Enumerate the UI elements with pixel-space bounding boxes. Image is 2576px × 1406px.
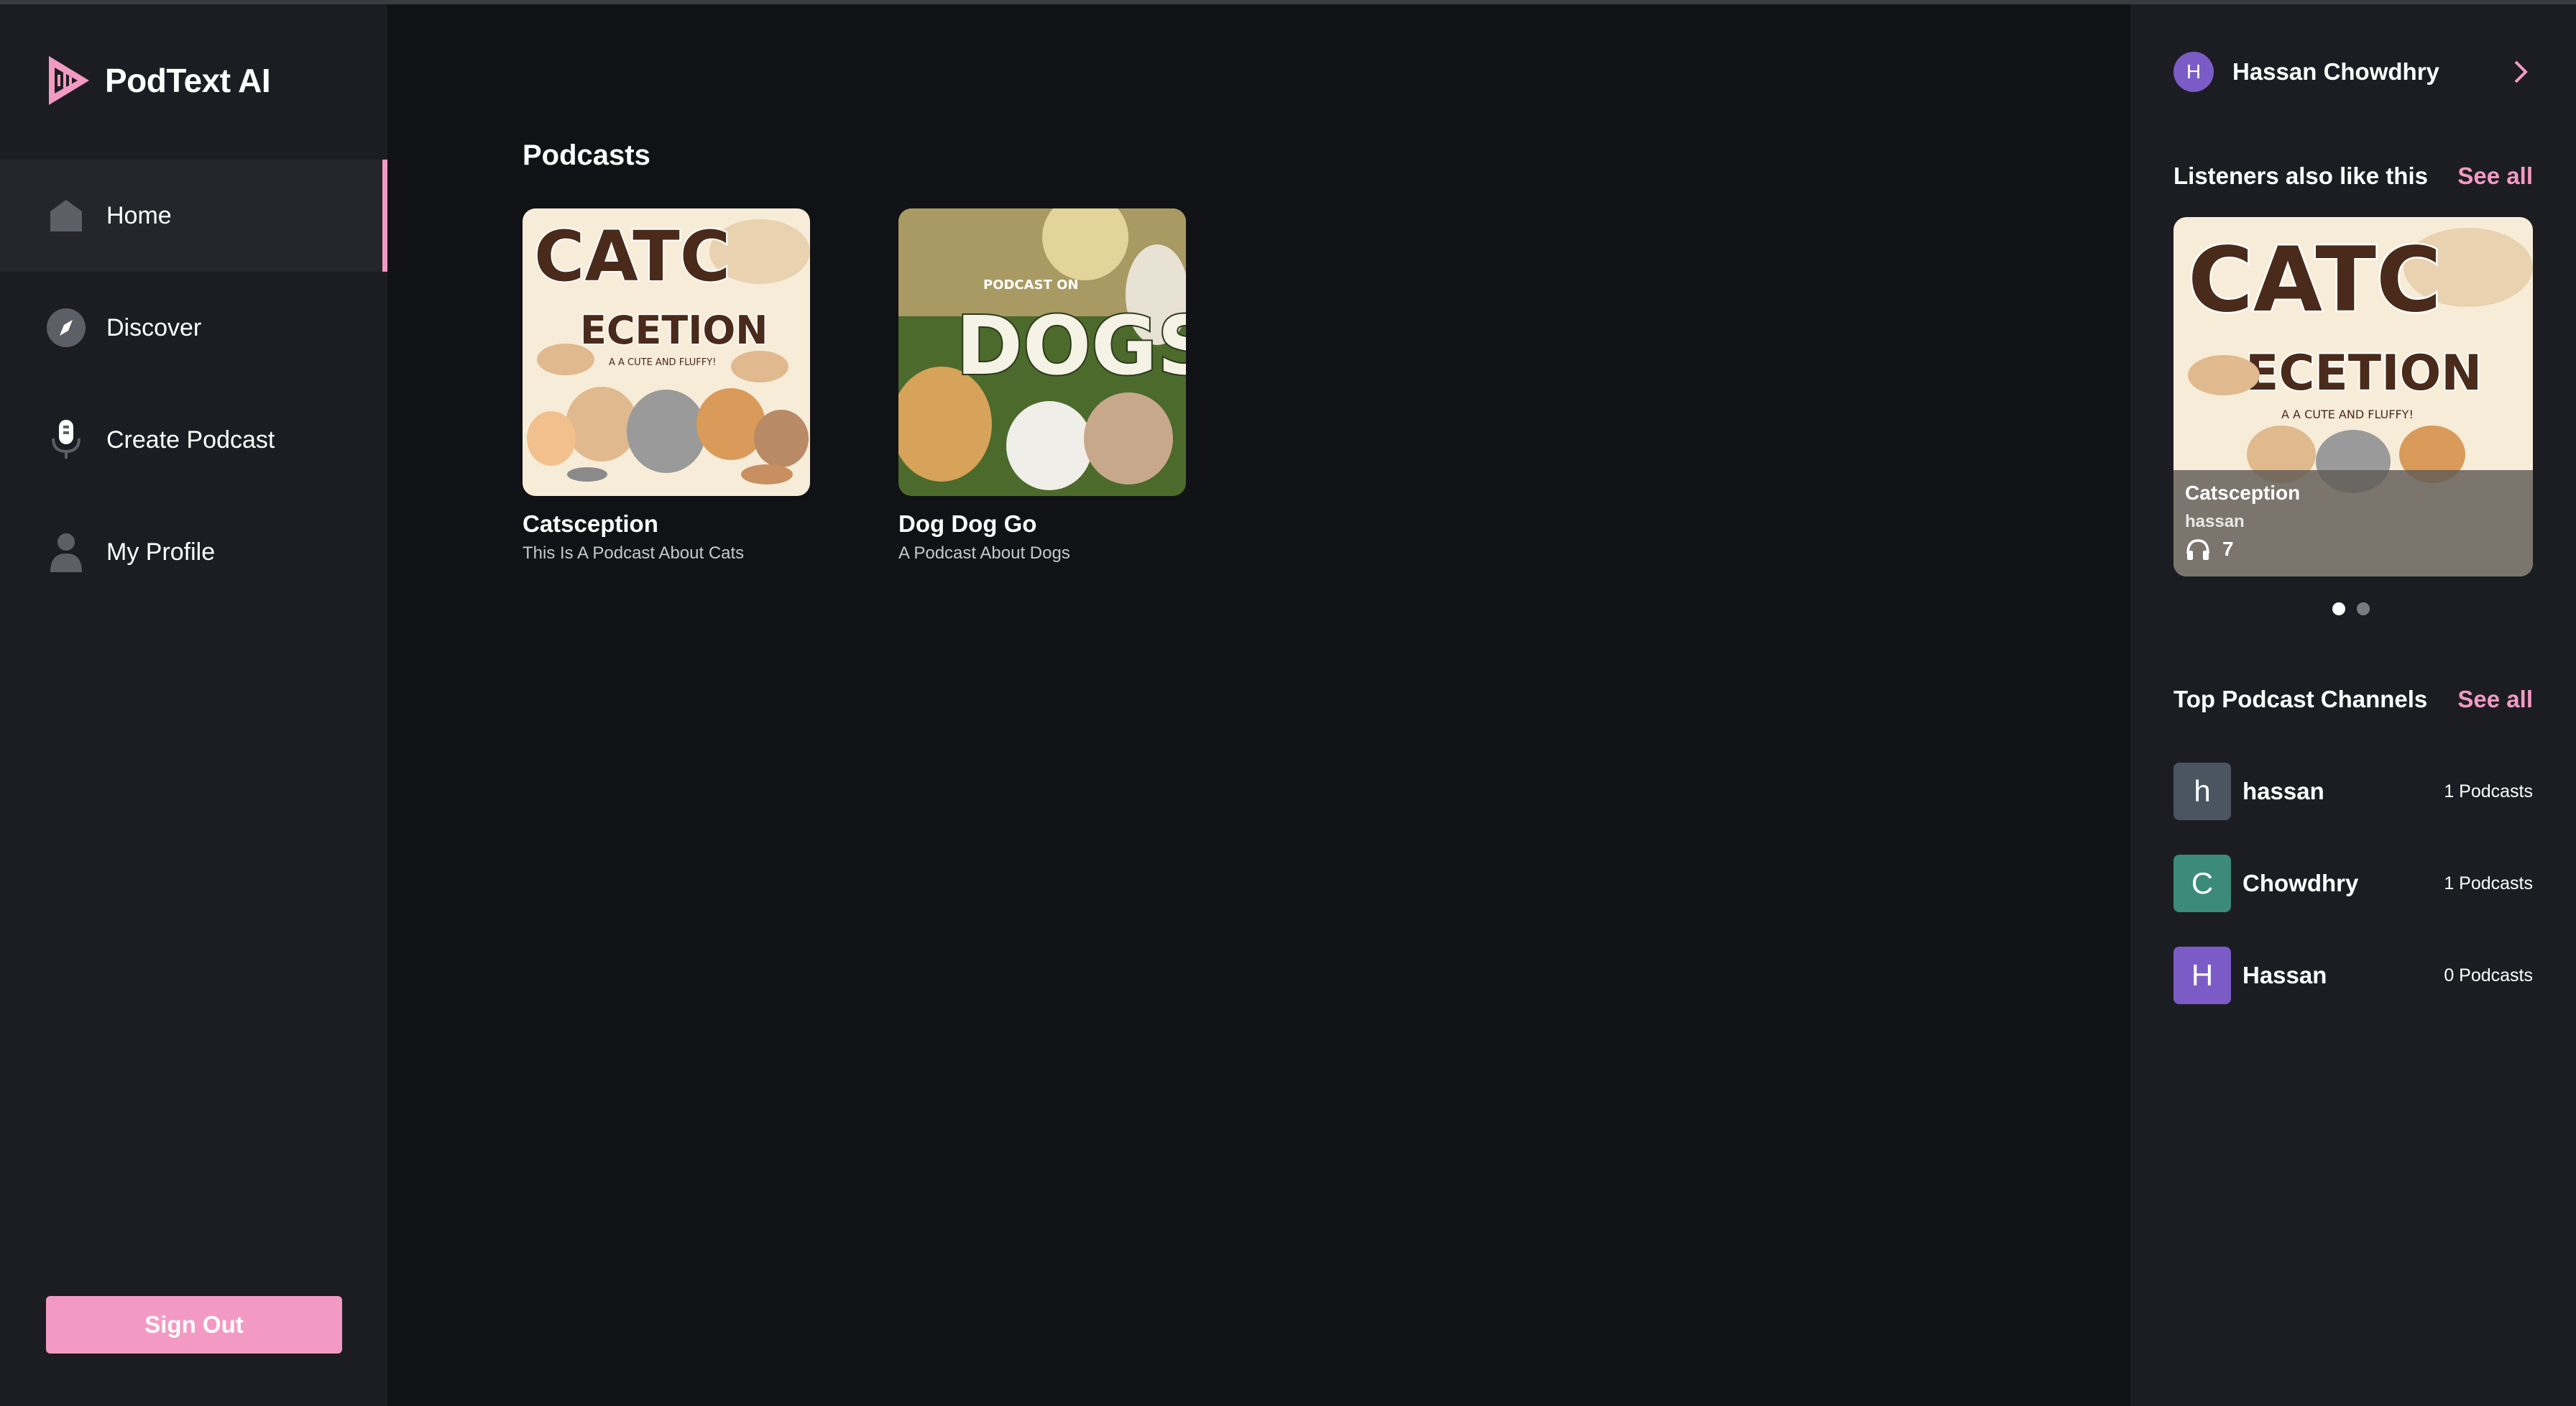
listener-count: 7 — [2222, 538, 2234, 560]
channel-podcast-count: 1 Podcasts — [2444, 873, 2533, 893]
main-content: Podcasts CATC ECETION A A CUTE AND FLUFF… — [387, 4, 2130, 1406]
channel-name: Chowdhry — [2242, 870, 2359, 896]
channel-row-chowdhry[interactable]: C Chowdhry 1 Podcasts — [2174, 855, 2533, 912]
channel-avatar: C — [2174, 855, 2231, 912]
sign-out-button[interactable]: Sign Out — [46, 1296, 342, 1354]
section-title-listeners-also-like: Listeners also like this — [2174, 162, 2428, 189]
user-profile-link[interactable]: H Hassan Chowdhry — [2174, 50, 2533, 93]
sidebar-item-label: Create Podcast — [106, 426, 275, 454]
svg-text:ECETION: ECETION — [2245, 345, 2482, 402]
channel-avatar: H — [2174, 947, 2231, 1004]
page-title: Podcasts — [523, 139, 650, 171]
podcast-description: This Is A Podcast About Cats — [523, 543, 745, 563]
featured-listeners: 7 — [2185, 538, 2234, 561]
channel-podcast-count: 0 Podcasts — [2444, 965, 2533, 985]
see-all-link[interactable]: See all — [2457, 686, 2533, 713]
microphone-icon — [46, 420, 86, 460]
podcast-card-catsception[interactable]: CATC ECETION A A CUTE AND FLUFFY! Catsce… — [523, 208, 810, 564]
user-icon — [46, 532, 86, 572]
sidebar-item-label: Discover — [106, 313, 202, 341]
right-panel: H Hassan Chowdhry Listeners also like th… — [2130, 4, 2576, 1406]
channel-row-hassan-2[interactable]: H Hassan 0 Podcasts — [2174, 947, 2533, 1004]
podcast-cover-image: CATC ECETION A A CUTE AND FLUFFY! — [523, 208, 810, 496]
featured-podcast-card[interactable]: CATC ECETION A A CUTE AND FLUFFY! Catsce… — [2174, 217, 2533, 576]
podcast-title: Catsception — [523, 510, 658, 537]
sidebar-item-create-podcast[interactable]: Create Podcast — [0, 384, 387, 496]
section-title-top-channels: Top Podcast Channels — [2174, 686, 2428, 712]
podtext-logo-icon — [49, 56, 89, 105]
channel-row-hassan[interactable]: h hassan 1 Podcasts — [2174, 763, 2533, 820]
svg-text:CATC: CATC — [2188, 229, 2442, 332]
user-name: Hassan Chowdhry — [2232, 58, 2439, 85]
sidebar-item-label: Home — [106, 201, 172, 229]
podcast-cover-image: PODCAST ON DOGS — [898, 208, 1186, 496]
sidebar: PodText AI Home Discover Create Podcast … — [0, 4, 387, 1406]
featured-title: Catsception — [2185, 482, 2301, 504]
carousel-dots — [2332, 602, 2370, 615]
channel-name: Hassan — [2242, 962, 2327, 988]
avatar: H — [2174, 52, 2214, 92]
app-logo[interactable]: PodText AI — [45, 52, 271, 109]
channel-podcast-count: 1 Podcasts — [2444, 781, 2533, 801]
svg-text:PODCAST ON: PODCAST ON — [983, 277, 1078, 293]
carousel-dot[interactable] — [2357, 602, 2370, 615]
svg-text:DOGS: DOGS — [956, 300, 1186, 393]
headphones-icon — [2186, 539, 2209, 560]
see-all-link[interactable]: See all — [2457, 162, 2533, 190]
sidebar-item-discover[interactable]: Discover — [0, 272, 387, 384]
compass-icon — [46, 308, 86, 348]
app-name: PodText AI — [105, 62, 271, 99]
sidebar-item-my-profile[interactable]: My Profile — [0, 496, 387, 608]
svg-text:ECETION: ECETION — [580, 308, 768, 353]
svg-text:A A CUTE AND FLUFFY!: A A CUTE AND FLUFFY! — [609, 357, 716, 368]
chevron-right-icon[interactable] — [2508, 59, 2533, 85]
podcast-card-dog-dog-go[interactable]: PODCAST ON DOGS Dog Dog Go A Podcast Abo… — [898, 208, 1186, 564]
carousel-dot[interactable] — [2332, 602, 2345, 615]
podcast-title: Dog Dog Go — [898, 510, 1037, 537]
svg-text:CATC: CATC — [534, 216, 730, 297]
svg-text:A A CUTE AND FLUFFY!: A A CUTE AND FLUFFY! — [2281, 408, 2414, 421]
podcast-description: A Podcast About Dogs — [898, 543, 1070, 563]
sidebar-item-home[interactable]: Home — [0, 160, 387, 272]
channel-avatar: h — [2174, 763, 2231, 820]
home-icon — [46, 196, 86, 236]
channel-name: hassan — [2242, 778, 2324, 804]
sidebar-item-label: My Profile — [106, 538, 216, 566]
featured-author: hassan — [2185, 512, 2245, 531]
